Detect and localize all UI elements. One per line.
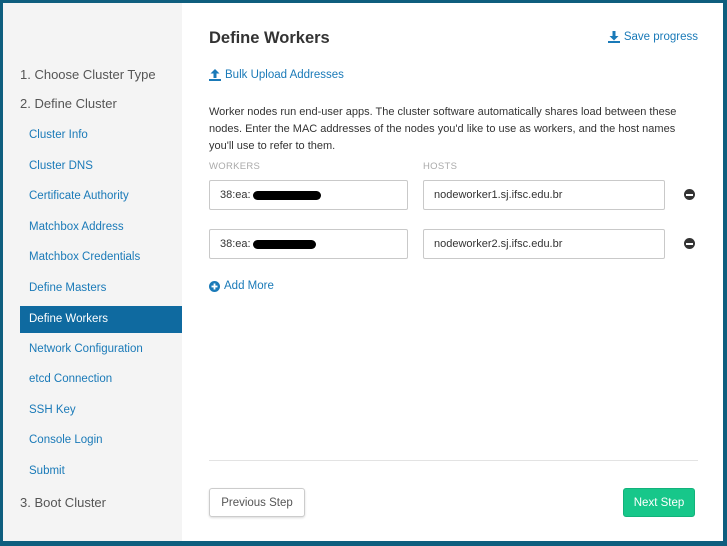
sidebar-item-etcd-connection[interactable]: etcd Connection <box>20 366 182 393</box>
upload-icon <box>209 69 221 81</box>
sidebar-item-cluster-dns[interactable]: Cluster DNS <box>20 153 182 180</box>
mac-value: 38:ea: <box>220 238 251 250</box>
sidebar-item-matchbox-credentials[interactable]: Matchbox Credentials <box>20 244 182 271</box>
redaction-mark <box>253 240 316 249</box>
worker-mac-input[interactable]: 38:ea: <box>209 229 408 259</box>
redaction-mark <box>253 191 321 200</box>
host-value: nodeworker1.sj.ifsc.edu.br <box>434 189 563 201</box>
description-text: Worker nodes run end-user apps. The clus… <box>209 106 677 152</box>
remove-row-icon[interactable] <box>684 238 695 249</box>
footer-divider <box>209 460 698 461</box>
bulk-upload-link[interactable]: Bulk Upload Addresses <box>209 69 344 81</box>
previous-step-button[interactable]: Previous Step <box>209 488 305 517</box>
sidebar-item-define-masters[interactable]: Define Masters <box>20 275 182 302</box>
hosts-column-header: HOSTS <box>423 161 458 172</box>
step-boot-cluster[interactable]: 3. Boot Cluster <box>20 495 106 510</box>
add-more-label: Add More <box>224 280 274 292</box>
step-define-cluster[interactable]: 2. Define Cluster <box>20 96 117 111</box>
add-more-link[interactable]: Add More <box>209 280 274 292</box>
sidebar-item-submit[interactable]: Submit <box>20 458 182 485</box>
sidebar-item-cluster-info[interactable]: Cluster Info <box>20 122 182 149</box>
sidebar: 1. Choose Cluster Type 2. Define Cluster… <box>3 3 182 541</box>
worker-mac-input[interactable]: 38:ea: <box>209 180 408 210</box>
next-step-button[interactable]: Next Step <box>623 488 695 517</box>
mac-value: 38:ea: <box>220 189 251 201</box>
worker-host-input[interactable]: nodeworker1.sj.ifsc.edu.br <box>423 180 665 210</box>
sidebar-item-network-configuration[interactable]: Network Configuration <box>20 336 182 363</box>
sidebar-item-console-login[interactable]: Console Login <box>20 427 182 454</box>
step-choose-cluster-type[interactable]: 1. Choose Cluster Type <box>20 67 156 82</box>
remove-row-icon[interactable] <box>684 189 695 200</box>
main-panel: Define Workers Save progress Bulk Upload <box>182 3 723 541</box>
sidebar-item-ssh-key[interactable]: SSH Key <box>20 397 182 424</box>
worker-host-input[interactable]: nodeworker2.sj.ifsc.edu.br <box>423 229 665 259</box>
wizard-window: 1. Choose Cluster Type 2. Define Cluster… <box>3 3 723 541</box>
sidebar-item-certificate-authority[interactable]: Certificate Authority <box>20 183 182 210</box>
save-progress-link[interactable]: Save progress <box>607 31 698 43</box>
sidebar-item-define-workers[interactable]: Define Workers <box>20 306 182 333</box>
save-progress-label: Save progress <box>623 31 698 43</box>
page-title: Define Workers <box>209 29 330 47</box>
workers-column-header: WORKERS <box>209 161 261 172</box>
plus-circle-icon <box>209 280 220 292</box>
host-value: nodeworker2.sj.ifsc.edu.br <box>434 238 563 250</box>
sidebar-item-matchbox-address[interactable]: Matchbox Address <box>20 214 182 241</box>
download-icon <box>607 31 620 43</box>
bulk-upload-label: Bulk Upload Addresses <box>225 69 344 81</box>
